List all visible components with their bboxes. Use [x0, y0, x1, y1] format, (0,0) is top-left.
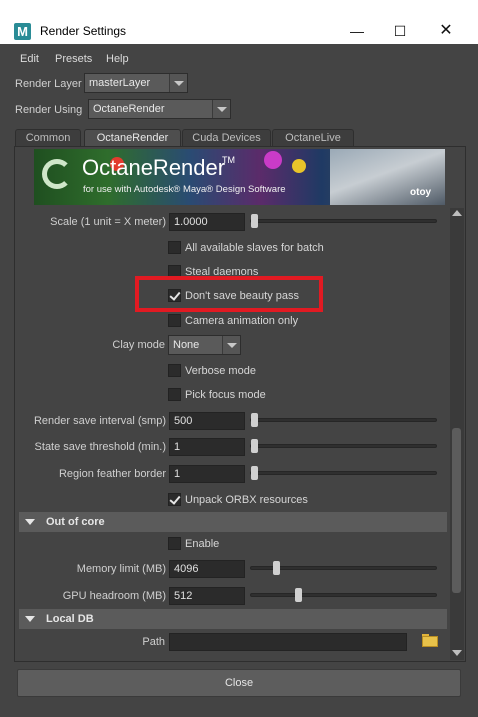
region-feather-slider-track[interactable]	[250, 471, 437, 475]
verbose-mode-label: Verbose mode	[185, 365, 256, 377]
render-save-interval-slider-track[interactable]	[250, 418, 437, 422]
region-feather-field[interactable]: 1	[169, 465, 245, 483]
menu-help[interactable]: Help	[106, 53, 129, 65]
region-feather-label: Region feather border	[58, 468, 166, 480]
path-label: Path	[142, 636, 165, 648]
banner-subtitle: for use with Autodesk® Maya® Design Soft…	[83, 184, 286, 195]
region-feather-slider-thumb[interactable]	[251, 466, 258, 480]
gpu-headroom-slider-thumb[interactable]	[295, 588, 302, 602]
out-of-core-enable-label: Enable	[185, 538, 220, 550]
scale-slider-track[interactable]	[250, 219, 437, 223]
unpack-orbx-label: Unpack ORBX resources	[185, 494, 308, 506]
chevron-down-icon	[169, 74, 187, 92]
render-save-interval-slider-thumb[interactable]	[251, 413, 258, 427]
scrollbar-thumb[interactable]	[452, 428, 461, 593]
purple-sphere-image	[264, 151, 282, 169]
window-title: Render Settings	[40, 24, 127, 38]
memory-limit-field[interactable]: 4096	[169, 560, 245, 578]
tab-cuda-devices[interactable]: Cuda Devices	[182, 129, 271, 147]
local-db-title: Local DB	[46, 613, 94, 625]
gpu-headroom-slider-track[interactable]	[250, 593, 437, 597]
out-of-core-title: Out of core	[46, 516, 105, 528]
render-layer-label: Render Layer	[15, 78, 82, 90]
render-using-label: Render Using	[15, 104, 83, 116]
menu-presets[interactable]: Presets	[55, 53, 92, 65]
out-of-core-enable-checkbox[interactable]	[168, 537, 181, 550]
verbose-mode-checkbox[interactable]	[168, 364, 181, 377]
minimize-button[interactable]: —	[337, 17, 377, 45]
collapse-triangle-icon	[25, 519, 35, 525]
pick-focus-checkbox[interactable]	[168, 388, 181, 401]
banner-brand: OctaneRender	[82, 155, 226, 180]
octane-logo-icon	[42, 159, 72, 189]
folder-icon[interactable]	[422, 634, 438, 647]
maya-app-icon: M	[14, 23, 31, 40]
collapse-triangle-icon	[25, 616, 35, 622]
state-save-threshold-label: State save threshold (min.)	[34, 441, 166, 453]
memory-limit-label: Memory limit (MB)	[76, 563, 166, 575]
octane-banner: OctaneRender TM for use with Autodesk® M…	[34, 149, 445, 205]
render-save-interval-label: Render save interval (smp)	[33, 415, 166, 427]
clay-mode-value: None	[173, 339, 200, 351]
render-save-interval-field[interactable]: 500	[169, 412, 245, 430]
out-of-core-section-header[interactable]: Out of core	[19, 512, 447, 532]
gpu-headroom-label: GPU headroom (MB)	[62, 590, 166, 602]
render-layer-value: masterLayer	[89, 77, 151, 89]
camera-animation-label: Camera animation only	[185, 315, 299, 327]
scale-slider-thumb[interactable]	[251, 214, 258, 228]
tab-octanerender[interactable]: OctaneRender	[84, 129, 181, 147]
maximize-button[interactable]: ☐	[380, 17, 420, 45]
render-layer-dropdown[interactable]: masterLayer	[84, 73, 188, 93]
state-save-threshold-field[interactable]: 1	[169, 438, 245, 456]
scale-field[interactable]: 1.0000	[169, 213, 245, 231]
chevron-down-icon	[222, 336, 240, 354]
render-using-dropdown[interactable]: OctaneRender	[88, 99, 231, 119]
path-field[interactable]	[169, 633, 407, 651]
otoy-logo: otoy	[410, 187, 432, 198]
clay-mode-label: Clay mode	[112, 339, 165, 351]
yellow-sphere-image	[292, 159, 306, 173]
memory-limit-slider-thumb[interactable]	[273, 561, 280, 575]
pick-focus-label: Pick focus mode	[185, 389, 266, 401]
scroll-up-arrow-icon[interactable]	[452, 210, 462, 216]
all-slaves-label: All available slaves for batch	[185, 242, 324, 254]
menu-edit[interactable]: Edit	[20, 53, 39, 65]
gpu-headroom-field[interactable]: 512	[169, 587, 245, 605]
close-button[interactable]: Close	[17, 669, 461, 697]
chevron-down-icon	[212, 100, 230, 118]
clay-mode-dropdown[interactable]: None	[168, 335, 241, 355]
banner-trademark: TM	[222, 155, 235, 165]
scale-label: Scale (1 unit = X meter)	[50, 216, 166, 228]
scroll-down-arrow-icon[interactable]	[452, 650, 462, 656]
unpack-orbx-checkbox[interactable]	[168, 493, 181, 506]
state-save-threshold-slider-thumb[interactable]	[251, 439, 258, 453]
close-window-button[interactable]: ✕	[426, 17, 466, 45]
camera-animation-checkbox[interactable]	[168, 314, 181, 327]
render-using-value: OctaneRender	[93, 103, 165, 115]
state-save-threshold-slider-track[interactable]	[250, 444, 437, 448]
tab-common[interactable]: Common	[15, 129, 81, 147]
local-db-section-header[interactable]: Local DB	[19, 609, 447, 629]
red-highlight-box	[135, 276, 323, 312]
tab-octanelive[interactable]: OctaneLive	[272, 129, 354, 147]
all-slaves-checkbox[interactable]	[168, 241, 181, 254]
